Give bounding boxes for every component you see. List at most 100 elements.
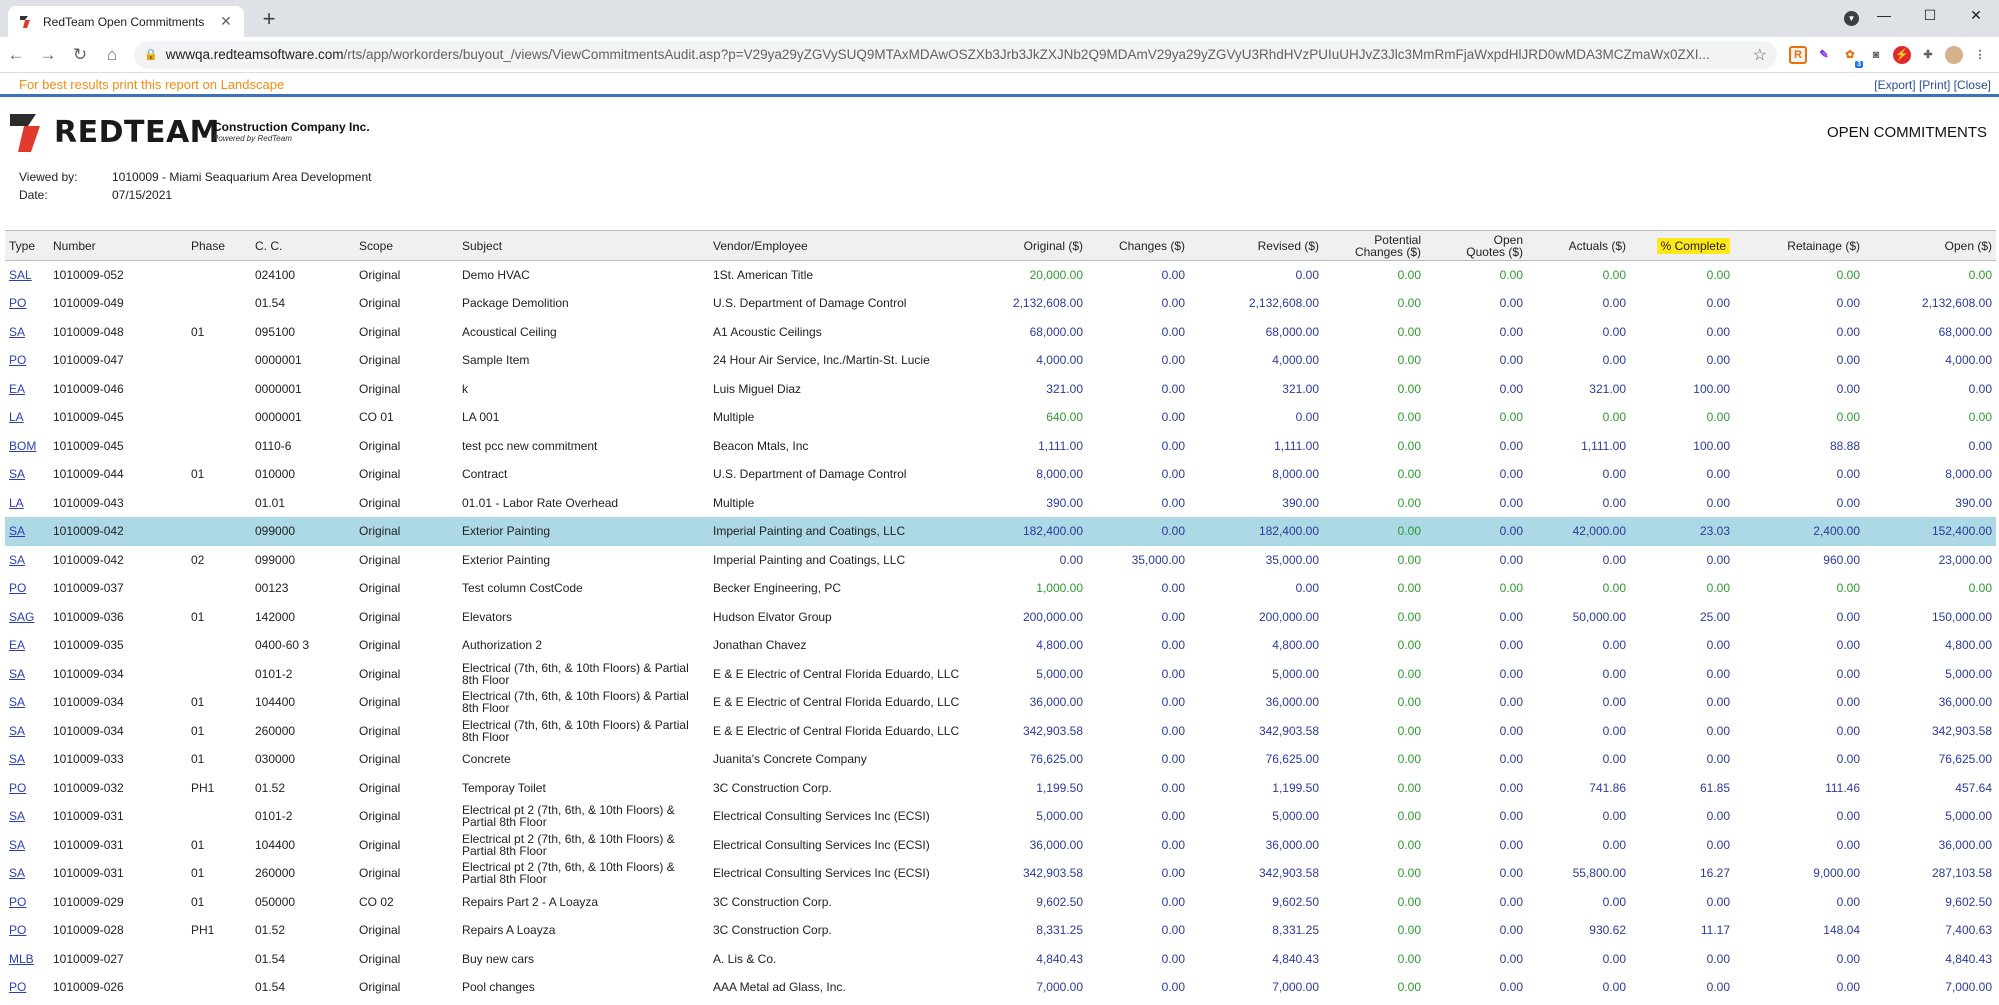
commitment-type-link[interactable]: BOM (9, 439, 36, 453)
commitment-type-link[interactable]: SA (9, 809, 25, 823)
commitment-type-link[interactable]: EA (9, 382, 25, 396)
pen-extension-icon[interactable]: ✎ (1815, 45, 1833, 64)
table-row[interactable]: PO 1010009-047 0000001 Original Sample Item 2… (5, 346, 1996, 375)
col-subject[interactable]: Subject (458, 231, 709, 261)
minimize-icon[interactable]: — (1861, 0, 1907, 30)
commitment-type-link[interactable]: SA (9, 325, 25, 339)
commitment-type-link[interactable]: SA (9, 524, 25, 538)
forward-icon[interactable]: → (32, 41, 64, 69)
commitment-type-link[interactable]: SA (9, 838, 25, 852)
redteam-extension-icon[interactable]: R (1789, 45, 1807, 64)
commitment-type-link[interactable]: LA (9, 496, 24, 510)
close-link[interactable]: [Close] (1954, 78, 1991, 92)
table-row[interactable]: LA 1010009-043 01.01 Original 01.01 - Labor … (5, 489, 1996, 518)
print-link[interactable]: [Print] (1919, 78, 1950, 92)
table-row[interactable]: PO 1010009-049 01.54 Original Package Demoli… (5, 289, 1996, 318)
back-icon[interactable]: ← (0, 41, 32, 69)
commitment-type-link[interactable]: MLB (9, 952, 34, 966)
table-row[interactable]: SA 1010009-048 01 095100 Original Acoustical … (5, 318, 1996, 347)
commitment-type-link[interactable]: SA (9, 866, 25, 880)
maximize-icon[interactable]: ☐ (1907, 0, 1953, 30)
commitment-type-link[interactable]: SA (9, 467, 25, 481)
table-row[interactable]: PO 1010009-026 01.54 Original Pool changes AA… (5, 973, 1996, 1002)
commitment-type-link[interactable]: PO (9, 353, 26, 367)
commitment-type-link[interactable]: SA (9, 695, 25, 709)
table-row[interactable]: PO 1010009-029 01 050000 CO 02 Repairs Part 2… (5, 888, 1996, 917)
col-number[interactable]: Number (49, 231, 187, 261)
col-scope[interactable]: Scope (355, 231, 458, 261)
browser-menu-icon[interactable]: ⋮ (1971, 45, 1989, 64)
col-original[interactable]: Original ($) (959, 231, 1087, 261)
col-actuals[interactable]: Actuals ($) (1527, 231, 1630, 261)
col-type[interactable]: Type (5, 231, 49, 261)
cell-type: MLB (5, 945, 49, 974)
col-open[interactable]: Open ($) (1864, 231, 1996, 261)
commitment-type-link[interactable]: PO (9, 895, 26, 909)
col-retainage[interactable]: Retainage ($) (1734, 231, 1864, 261)
table-row[interactable]: SA 1010009-031 0101-2 Original Electrical pt… (5, 802, 1996, 831)
new-tab-icon[interactable]: + (255, 6, 283, 34)
table-row[interactable]: BOM 1010009-045 0110-6 Original test pcc new… (5, 432, 1996, 461)
table-row[interactable]: SA 1010009-033 01 030000 Original Concrete Jua… (5, 745, 1996, 774)
commitment-type-link[interactable]: SA (9, 752, 25, 766)
table-row[interactable]: SAL 1010009-052 024100 Original Demo HVAC 1St… (5, 261, 1996, 290)
col-open-quotes[interactable]: Open Quotes ($) (1425, 231, 1527, 261)
bookmark-star-icon[interactable]: ☆ (1745, 45, 1767, 65)
table-row[interactable]: EA 1010009-035 0400-60 3 Original Authorizat… (5, 631, 1996, 660)
commitment-type-link[interactable]: SAL (9, 268, 32, 282)
table-row[interactable]: SA 1010009-044 01 010000 Original Contract U.S… (5, 460, 1996, 489)
camera-extension-icon[interactable]: ◙ (1867, 45, 1885, 64)
col-cc[interactable]: C. C. (251, 231, 355, 261)
col-pct-complete[interactable]: % Complete (1630, 231, 1734, 261)
extension-badge-icon[interactable]: ✿ 3 (1841, 45, 1863, 68)
extensions-puzzle-icon[interactable]: ✚ (1919, 45, 1937, 64)
window-close-icon[interactable]: ✕ (1953, 0, 1999, 30)
col-revised[interactable]: Revised ($) (1189, 231, 1323, 261)
table-row[interactable]: MLB 1010009-027 01.54 Original Buy new cars A… (5, 945, 1996, 974)
table-row[interactable]: PO 1010009-032 PH1 01.52 Original Temporay To… (5, 774, 1996, 803)
cell-open-quotes: 0.00 (1499, 296, 1523, 311)
table-row[interactable]: SA 1010009-034 01 260000 Original Electrical … (5, 717, 1996, 746)
col-vendor[interactable]: Vendor/Employee (709, 231, 959, 261)
table-row[interactable]: SA 1010009-034 01 104400 Original Electrical … (5, 688, 1996, 717)
table-row[interactable]: SA 1010009-034 0101-2 Original Electrical (7… (5, 660, 1996, 689)
cell-changes: 0.00 (1161, 296, 1185, 311)
cell-actuals: 0.00 (1602, 410, 1626, 425)
table-row[interactable]: EA 1010009-046 0000001 Original k Luis Miguel… (5, 375, 1996, 404)
cell-number: 1010009-034 (53, 695, 124, 710)
close-tab-icon[interactable]: ✕ (218, 13, 234, 30)
commitment-type-link[interactable]: SA (9, 553, 25, 567)
profile-avatar[interactable] (1945, 45, 1963, 64)
commitment-type-link[interactable]: SAG (9, 610, 34, 624)
col-phase[interactable]: Phase (187, 231, 251, 261)
cell-vendor: 3C Construction Corp. (713, 780, 832, 795)
col-potential-changes[interactable]: Potential Changes ($) (1323, 231, 1425, 261)
cell-open-quotes: 0.00 (1499, 923, 1523, 938)
table-row[interactable]: SA 1010009-042 099000 Original Exterior Pain… (5, 517, 1996, 546)
browser-tab[interactable]: RedTeam Open Commitments ✕ (8, 6, 244, 37)
commitment-type-link[interactable]: EA (9, 638, 25, 652)
commitment-type-link[interactable]: PO (9, 781, 26, 795)
lightning-extension-icon[interactable]: ⚡ (1893, 45, 1911, 64)
col-changes[interactable]: Changes ($) (1087, 231, 1189, 261)
commitment-type-link[interactable]: PO (9, 581, 26, 595)
table-row[interactable]: PO 1010009-028 PH1 01.52 Original Repairs A L… (5, 916, 1996, 945)
reload-icon[interactable]: ↻ (64, 41, 96, 69)
table-row[interactable]: SA 1010009-031 01 104400 Original Electrical … (5, 831, 1996, 860)
table-row[interactable]: PO 1010009-037 00123 Original Test column Co… (5, 574, 1996, 603)
commitment-type-link[interactable]: SA (9, 724, 25, 738)
export-link[interactable]: [Export] (1874, 78, 1915, 92)
table-row[interactable]: SAG 1010009-036 01 142000 Original Elevators H… (5, 603, 1996, 632)
commitment-type-link[interactable]: SA (9, 667, 25, 681)
tab-search-icon[interactable]: ▼ (1844, 11, 1859, 26)
table-row[interactable]: LA 1010009-045 0000001 CO 01 LA 001 Multiple 6… (5, 403, 1996, 432)
cell-phase: 01 (191, 866, 205, 881)
commitment-type-link[interactable]: PO (9, 923, 26, 937)
table-row[interactable]: SA 1010009-031 01 260000 Original Electrical … (5, 859, 1996, 888)
commitment-type-link[interactable]: LA (9, 410, 24, 424)
commitment-type-link[interactable]: PO (9, 296, 26, 310)
address-bar[interactable]: 🔒 wwwqa.redteamsoftware.com /rts/app/wor… (134, 40, 1777, 69)
commitment-type-link[interactable]: PO (9, 980, 26, 994)
home-icon[interactable]: ⌂ (96, 41, 128, 69)
table-row[interactable]: SA 1010009-042 02 099000 Original Exterior Pa… (5, 546, 1996, 575)
